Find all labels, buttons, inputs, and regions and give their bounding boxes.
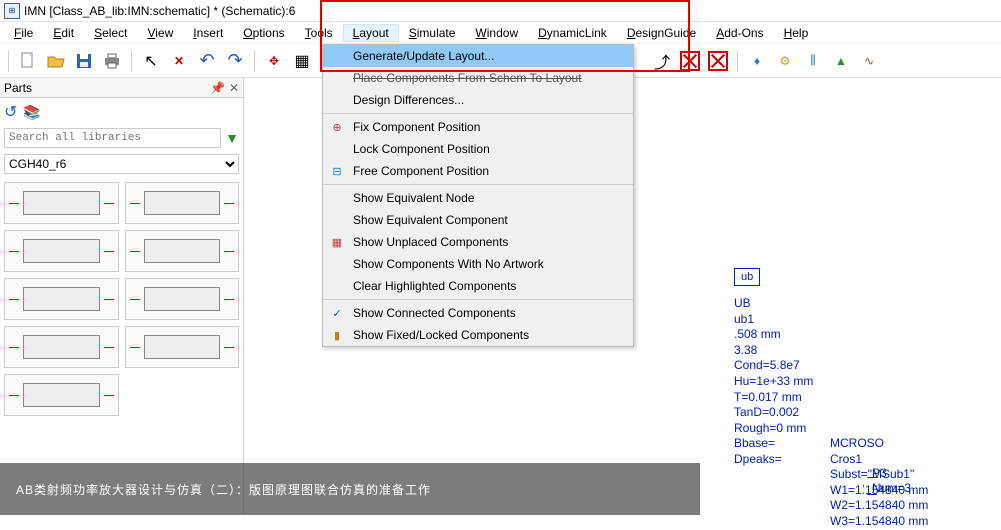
menu-item[interactable]: Place Components From Schem To Layout <box>323 67 633 89</box>
print-icon[interactable] <box>99 48 125 74</box>
menu-item[interactable]: ▮Show Fixed/Locked Components <box>323 324 633 346</box>
menu-view[interactable]: View <box>137 24 183 42</box>
component-thumb[interactable] <box>4 230 119 272</box>
panel-title: Parts <box>4 81 32 95</box>
block1-icon[interactable] <box>677 48 703 74</box>
gear-icon[interactable]: ⚙ <box>772 48 798 74</box>
menu-edit[interactable]: Edit <box>43 24 84 42</box>
app-icon: ⊞ <box>4 3 20 19</box>
menu-tools[interactable]: Tools <box>295 24 343 42</box>
window-title: IMN [Class_AB_lib:IMN:schematic] * (Sche… <box>24 4 295 18</box>
component-box[interactable]: ub <box>734 268 760 286</box>
component-params: UBub1.508 mm3.38Cond=5.8e7Hu=1e+33 mmT=0… <box>734 296 813 468</box>
undo-icon[interactable]: ↶ <box>194 48 220 74</box>
menu-help[interactable]: Help <box>774 24 819 42</box>
component-thumb[interactable] <box>125 326 240 368</box>
menu-dynamiclink[interactable]: DynamicLink <box>528 24 617 42</box>
title-bar: ⊞ IMN [Class_AB_lib:IMN:schematic] * (Sc… <box>0 0 1001 22</box>
delete-icon[interactable]: ✕ <box>166 48 192 74</box>
menu-file[interactable]: File <box>4 24 43 42</box>
menu-layout[interactable]: Layout <box>343 24 399 42</box>
library-select[interactable]: CGH40_r6 <box>4 154 239 174</box>
panel-controls[interactable]: 📌 ✕ <box>210 81 239 95</box>
component-thumb[interactable] <box>4 182 119 224</box>
menu-item[interactable]: Show Equivalent Node <box>323 187 633 209</box>
library-icon[interactable]: 📚 <box>23 104 40 121</box>
new-icon[interactable] <box>15 48 41 74</box>
menu-item[interactable]: Show Components With No Artwork <box>323 253 633 275</box>
component-thumb[interactable] <box>125 230 240 272</box>
menu-item[interactable]: Generate/Update Layout... <box>323 45 633 67</box>
pointer-icon[interactable]: ↖ <box>138 48 164 74</box>
menu-simulate[interactable]: Simulate <box>399 24 466 42</box>
menu-item[interactable]: Lock Component Position <box>323 138 633 160</box>
menu-add-ons[interactable]: Add-Ons <box>706 24 773 42</box>
component-thumb[interactable] <box>4 374 119 416</box>
menu-item[interactable]: Show Equivalent Component <box>323 209 633 231</box>
filter-icon[interactable]: ▼ <box>225 130 239 146</box>
component-thumb[interactable] <box>4 326 119 368</box>
save-icon[interactable] <box>71 48 97 74</box>
menu-item[interactable]: ⊕Fix Component Position <box>323 116 633 138</box>
block2-icon[interactable] <box>705 48 731 74</box>
redo-icon[interactable]: ↷ <box>222 48 248 74</box>
move-icon[interactable]: ✥ <box>261 48 287 74</box>
pin-icon[interactable]: 📌 <box>210 81 225 95</box>
component-thumb[interactable] <box>125 182 240 224</box>
tune2-icon[interactable]: ⫼ <box>800 48 826 74</box>
menu-item[interactable]: ✓Show Connected Components <box>323 302 633 324</box>
menu-item[interactable]: ▦Show Unplaced Components <box>323 231 633 253</box>
tune-icon[interactable]: ♦ <box>744 48 770 74</box>
layout-menu: Generate/Update Layout...Place Component… <box>322 44 634 347</box>
upload-icon[interactable]: ⤴ <box>649 48 675 74</box>
wave-icon[interactable]: ∿ <box>856 48 882 74</box>
menu-item[interactable]: ⊟Free Component Position <box>323 160 633 182</box>
menu-bar: FileEditSelectViewInsertOptionsToolsLayo… <box>0 22 1001 44</box>
search-input[interactable] <box>4 128 221 148</box>
close-icon[interactable]: ✕ <box>229 81 239 95</box>
port-label: P3 Num=3 <box>872 466 911 497</box>
menu-designguide[interactable]: DesignGuide <box>617 24 706 42</box>
menu-select[interactable]: Select <box>84 24 137 42</box>
menu-window[interactable]: Window <box>465 24 528 42</box>
history-icon[interactable]: ↺ <box>4 102 17 122</box>
menu-item[interactable]: Clear Highlighted Components <box>323 275 633 297</box>
tree-icon[interactable]: ▲ <box>828 48 854 74</box>
caption-overlay: AB类射频功率放大器设计与仿真（二）：版图原理图联合仿真的准备工作 <box>0 463 700 515</box>
menu-insert[interactable]: Insert <box>183 24 233 42</box>
component-thumb[interactable] <box>4 278 119 320</box>
open-icon[interactable] <box>43 48 69 74</box>
component-thumb[interactable] <box>125 278 240 320</box>
menu-options[interactable]: Options <box>233 24 294 42</box>
parts-panel: Parts 📌 ✕ ↺ 📚 ▼ CGH40_r6 <box>0 78 244 515</box>
grid-icon[interactable]: ▦ <box>289 48 315 74</box>
menu-item[interactable]: Design Differences... <box>323 89 633 111</box>
